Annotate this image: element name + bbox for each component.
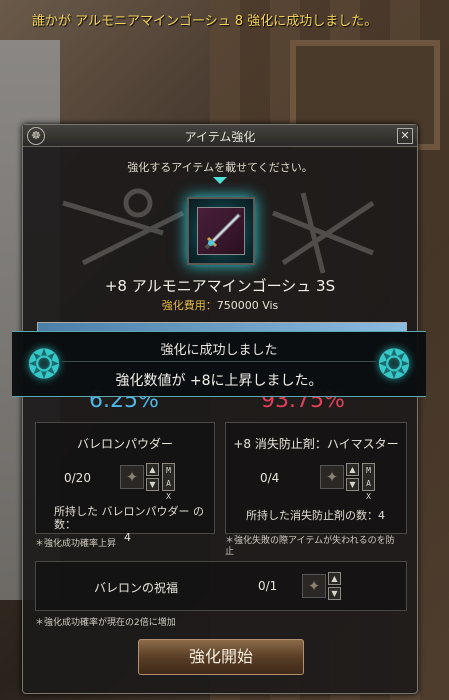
antiloss-count: 0/4 — [260, 471, 280, 485]
powder-up-button[interactable]: ▲ — [146, 463, 159, 476]
antiloss-note-line2: 止 — [225, 547, 235, 557]
blessing-panel: バレロンの祝福 0/1 ✦ ▲ ▼ — [35, 561, 407, 611]
item-name: +8 アルモニアマインゴーシュ 3S — [104, 277, 336, 295]
powder-panel: バレロンパウダー 0/20 ✦ ▲ ▼ MAX 所持した バレロンパウダー の数… — [35, 422, 215, 544]
enhance-cost: 強化費用：750000 Vis — [23, 297, 417, 313]
banner-heading: 強化に成功しました — [160, 343, 278, 358]
dagger-icon — [197, 207, 245, 255]
blessing-stepper: ▲ ▼ — [328, 572, 356, 600]
antiloss-note: ＊強化失敗の際アイテムが失われるのを防 止 — [225, 536, 415, 558]
blessing-down-button[interactable]: ▼ — [328, 587, 341, 600]
title-bar[interactable]: ☸ アイテム強化 ✕ — [23, 125, 417, 147]
close-button[interactable]: ✕ — [397, 128, 413, 144]
antiloss-up-button[interactable]: ▲ — [346, 463, 359, 476]
powder-owned-label: 所持した バレロンパウダー の数： — [54, 505, 204, 531]
blessing-title: バレロンの祝福 — [94, 581, 179, 595]
powder-icon: ✦ — [120, 465, 144, 489]
banner-divider — [62, 361, 376, 362]
cost-value: 750000 Vis — [216, 299, 279, 312]
blessing-count: 0/1 — [258, 579, 278, 593]
enhance-window: ☸ アイテム強化 ✕ 強化するアイテムを載せてください。 +8 アルモニアマイン… — [22, 124, 418, 694]
blessing-icon: ✦ — [302, 574, 326, 598]
powder-title: バレロンパウダー — [76, 437, 173, 451]
blessing-up-button[interactable]: ▲ — [328, 572, 341, 585]
item-slot[interactable] — [187, 197, 255, 265]
antiloss-max-button[interactable]: MAX — [362, 463, 375, 501]
antiloss-note-line1: ＊強化失敗の際アイテムが失われるのを防 — [225, 536, 395, 546]
powder-count: 0/20 — [64, 471, 91, 485]
antiloss-owned: 所持した消失防止剤の数：4 — [246, 509, 385, 522]
window-title: アイテム強化 — [184, 130, 256, 144]
success-banner: ❂ ❂ 強化に成功しました 強化数値が +8に上昇しました。 — [12, 331, 426, 397]
antiloss-icon: ✦ — [320, 465, 344, 489]
banner-message: 強化数値が +8に上昇しました。 — [115, 373, 323, 389]
antiloss-panel: +8 消失防止剤：ハイマスター 0/4 ✦ ▲ ▼ MAX 所持した消失防止剤の… — [225, 422, 407, 534]
start-enhance-button[interactable]: 強化開始 — [138, 639, 304, 675]
powder-note: ＊強化成功確率上昇 — [35, 539, 117, 549]
system-message: 誰かが アルモニアマインゴーシュ 8 強化に成功しました。 — [32, 14, 378, 29]
cost-label: 強化費用： — [161, 299, 217, 312]
antiloss-down-button[interactable]: ▼ — [346, 478, 359, 491]
blessing-note: ＊強化成功確率が現在の2倍に増加 — [35, 618, 176, 628]
powder-down-button[interactable]: ▼ — [146, 478, 159, 491]
powder-max-button[interactable]: MAX — [162, 463, 175, 501]
antiloss-title: +8 消失防止剤：ハイマスター — [233, 437, 399, 451]
